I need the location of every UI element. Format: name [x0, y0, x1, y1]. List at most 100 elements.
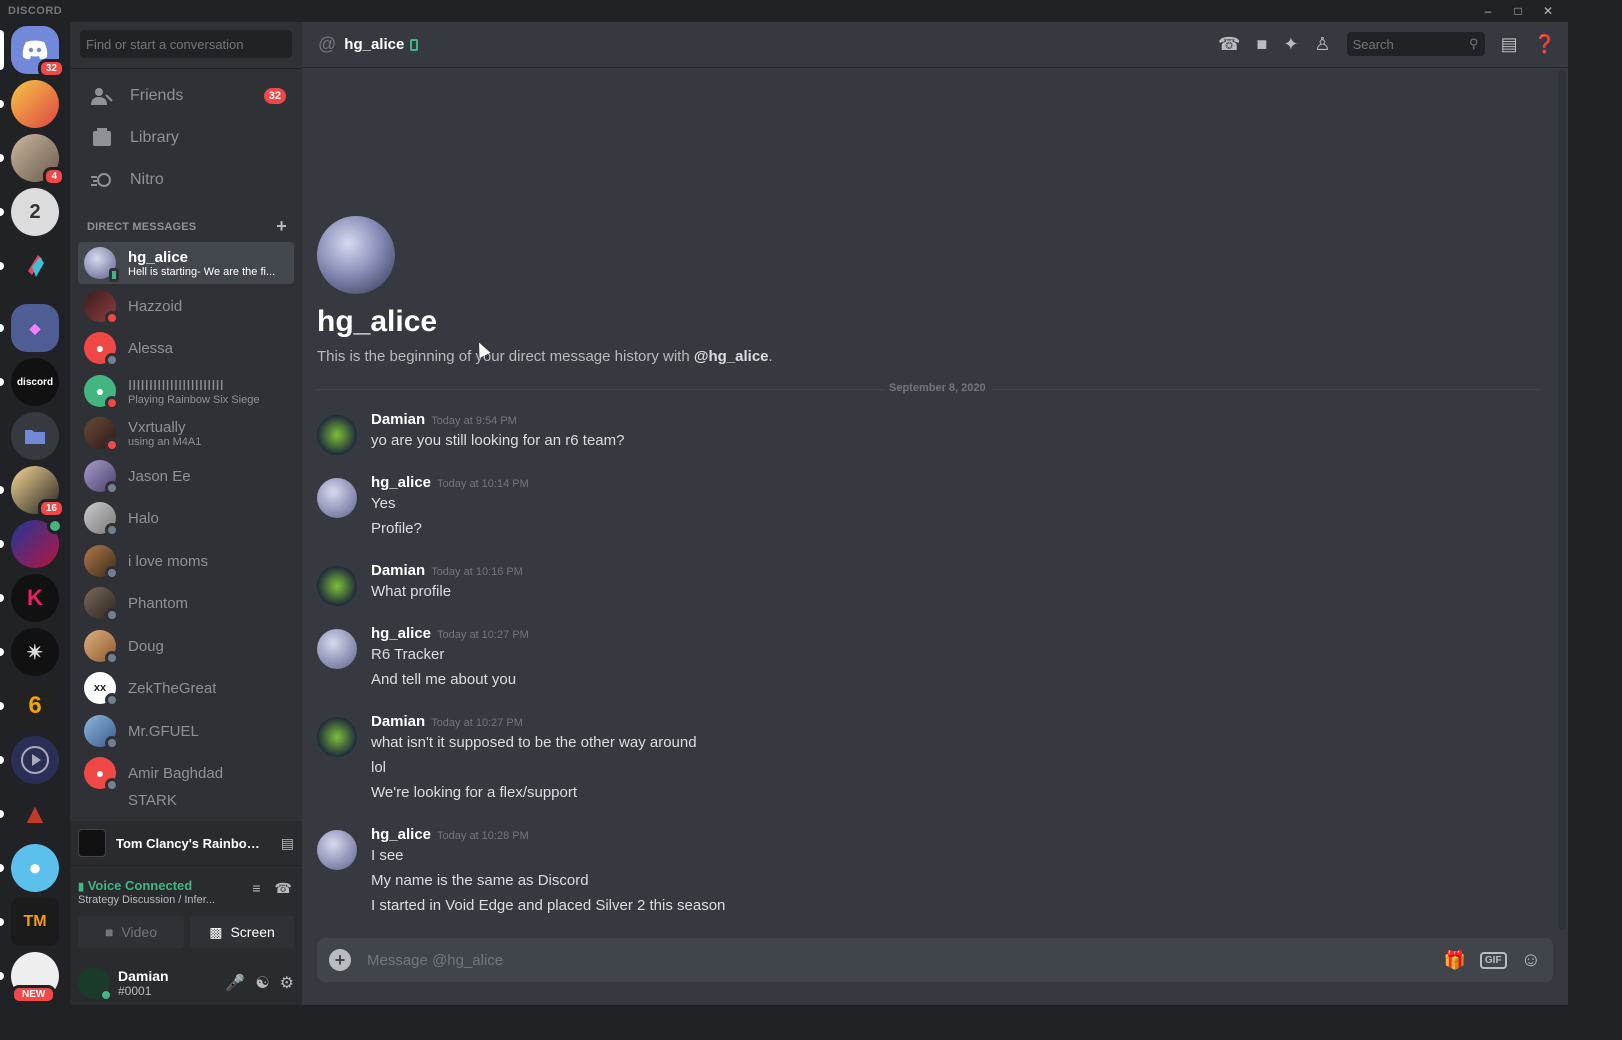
- dm-item-amir-baghdad[interactable]: ● Amir Baghdad: [78, 752, 294, 794]
- disconnect-icon[interactable]: ☎: [275, 880, 292, 897]
- unread-pip: [0, 648, 4, 656]
- dm-name: Hazzoid: [128, 297, 183, 315]
- create-dm-icon[interactable]: +: [276, 217, 287, 235]
- server-icon[interactable]: ▲: [0, 790, 59, 838]
- avatar: [84, 545, 119, 580]
- inbox-icon[interactable]: ▤: [1501, 34, 1518, 55]
- pin-icon[interactable]: ✦: [1283, 34, 1298, 55]
- find-conversation-button[interactable]: Find or start a conversation: [80, 30, 292, 58]
- scrollbar-track[interactable]: [1558, 70, 1566, 930]
- unread-pip: [0, 594, 4, 602]
- microphone-icon[interactable]: 🎤: [225, 973, 245, 993]
- settings-gear-icon[interactable]: ⚙: [280, 973, 294, 993]
- folder-icon[interactable]: [11, 412, 59, 460]
- video-call-icon[interactable]: ■: [1256, 34, 1267, 55]
- message-avatar[interactable]: [317, 629, 357, 669]
- dm-item-vxrtually[interactable]: Vxrtually using an M4A1: [78, 412, 294, 454]
- go-live-icon[interactable]: ▤: [281, 835, 294, 852]
- message-author[interactable]: hg_alice: [371, 826, 431, 843]
- nav-friends[interactable]: Friends 32: [78, 76, 294, 116]
- server-icon[interactable]: 2: [0, 188, 59, 236]
- screen-share-button[interactable]: ▩ Screen: [190, 916, 294, 948]
- video-button[interactable]: ■ Video: [78, 916, 184, 948]
- noise-suppression-icon[interactable]: ≡: [252, 880, 260, 897]
- avatar: [84, 290, 119, 325]
- app-brand: DISCORD: [8, 5, 63, 17]
- message-avatar[interactable]: [317, 566, 357, 606]
- message-timestamp: Today at 10:27 PM: [431, 717, 523, 729]
- close-icon[interactable]: ✕: [1536, 0, 1560, 22]
- message-avatar[interactable]: [317, 478, 357, 518]
- dm-name: Doug: [128, 637, 164, 655]
- mobile-status-icon: [109, 268, 119, 282]
- message-author[interactable]: Damian: [371, 713, 425, 730]
- message-avatar[interactable]: [317, 415, 357, 455]
- message-text: yo are you still looking for an r6 team?: [371, 432, 625, 449]
- server-icon[interactable]: 16: [0, 466, 65, 518]
- nav-nitro[interactable]: Nitro: [78, 160, 294, 200]
- dm-sidebar: Find or start a conversation Friends 32 …: [70, 22, 302, 1005]
- discord-logo-icon: [22, 40, 48, 60]
- server-icon[interactable]: [0, 518, 63, 568]
- minimize-icon[interactable]: –: [1476, 0, 1500, 22]
- divider: [70, 68, 302, 69]
- server-icon[interactable]: K: [0, 574, 59, 622]
- dm-section-header: DIRECT MESSAGES +: [87, 217, 287, 235]
- server-icon[interactable]: discord: [0, 358, 59, 406]
- server-icon[interactable]: TM: [0, 898, 59, 946]
- dm-item-user[interactable]: ● IIIIIIIIIIIIIIIIIIIIIII Playing Rainbow…: [78, 370, 294, 412]
- home-button[interactable]: 32: [0, 26, 65, 78]
- server-icon[interactable]: 4: [0, 134, 65, 186]
- server-icon[interactable]: [0, 736, 59, 784]
- voice-channel[interactable]: Strategy Discussion / Infer...: [78, 894, 228, 906]
- dm-item-phantom[interactable]: Phantom: [78, 582, 294, 624]
- headphones-icon[interactable]: ☯: [255, 973, 269, 993]
- emoji-icon[interactable]: ☺: [1521, 949, 1541, 972]
- message-input[interactable]: Message @hg_alice: [367, 952, 1443, 969]
- dm-item-halo[interactable]: Halo: [78, 497, 294, 539]
- gif-button[interactable]: GIF: [1479, 951, 1507, 969]
- server-icon[interactable]: ◆: [0, 304, 59, 352]
- avatar: [84, 417, 119, 452]
- voice-call-icon[interactable]: ☎: [1218, 34, 1240, 55]
- upload-plus-icon[interactable]: +: [329, 949, 351, 971]
- server-icon[interactable]: [0, 80, 59, 128]
- dm-item-doug[interactable]: Doug: [78, 625, 294, 667]
- dm-item-hg-alice[interactable]: hg_alice Hell is starting- We are the fi.…: [78, 242, 294, 284]
- server-icon[interactable]: 6: [0, 682, 59, 730]
- dm-item-zekthegreat[interactable]: xx ZekTheGreat: [78, 667, 294, 709]
- message-author[interactable]: hg_alice: [371, 625, 431, 642]
- offline-status-icon: [105, 736, 119, 750]
- unread-pip: [0, 756, 4, 764]
- dm-item-i-love-moms[interactable]: i love moms: [78, 540, 294, 582]
- server-icon[interactable]: NEW: [0, 952, 59, 1004]
- add-friend-icon[interactable]: ♙: [1314, 34, 1330, 55]
- message-avatar[interactable]: [317, 830, 357, 870]
- message-author[interactable]: Damian: [371, 411, 425, 428]
- dm-item-alessa[interactable]: ● Alessa: [78, 327, 294, 369]
- nav-library[interactable]: Library: [78, 118, 294, 158]
- gift-icon[interactable]: 🎁: [1443, 950, 1465, 971]
- voice-active-icon: [47, 518, 63, 534]
- server-icon[interactable]: ●: [0, 844, 59, 892]
- dm-name: STARK: [128, 792, 177, 809]
- user-avatar[interactable]: [78, 967, 112, 1001]
- dm-name: i love moms: [128, 552, 209, 570]
- offline-status-icon: [105, 651, 119, 665]
- unread-pip: [0, 702, 4, 710]
- dm-item-jason-ee[interactable]: Jason Ee: [78, 455, 294, 497]
- message-author[interactable]: Damian: [371, 562, 425, 579]
- dm-item-mr-gfuel[interactable]: Mr.GFUEL: [78, 710, 294, 752]
- dm-item-stark[interactable]: STARK: [78, 792, 294, 818]
- message-author[interactable]: hg_alice: [371, 474, 431, 491]
- search-input[interactable]: Search ⚲: [1346, 32, 1485, 56]
- help-icon[interactable]: ❓: [1534, 34, 1556, 55]
- server-icon[interactable]: ✴: [0, 628, 59, 676]
- intro-mention[interactable]: @hg_alice: [694, 348, 769, 365]
- dm-item-hazzoid[interactable]: Hazzoid: [78, 285, 294, 327]
- date-divider: September 8, 2020: [317, 382, 1541, 394]
- maximize-icon[interactable]: □: [1506, 0, 1530, 22]
- dm-name: IIIIIIIIIIIIIIIIIIIIIII: [128, 376, 224, 394]
- message-avatar[interactable]: [317, 717, 357, 757]
- server-icon[interactable]: [0, 242, 59, 290]
